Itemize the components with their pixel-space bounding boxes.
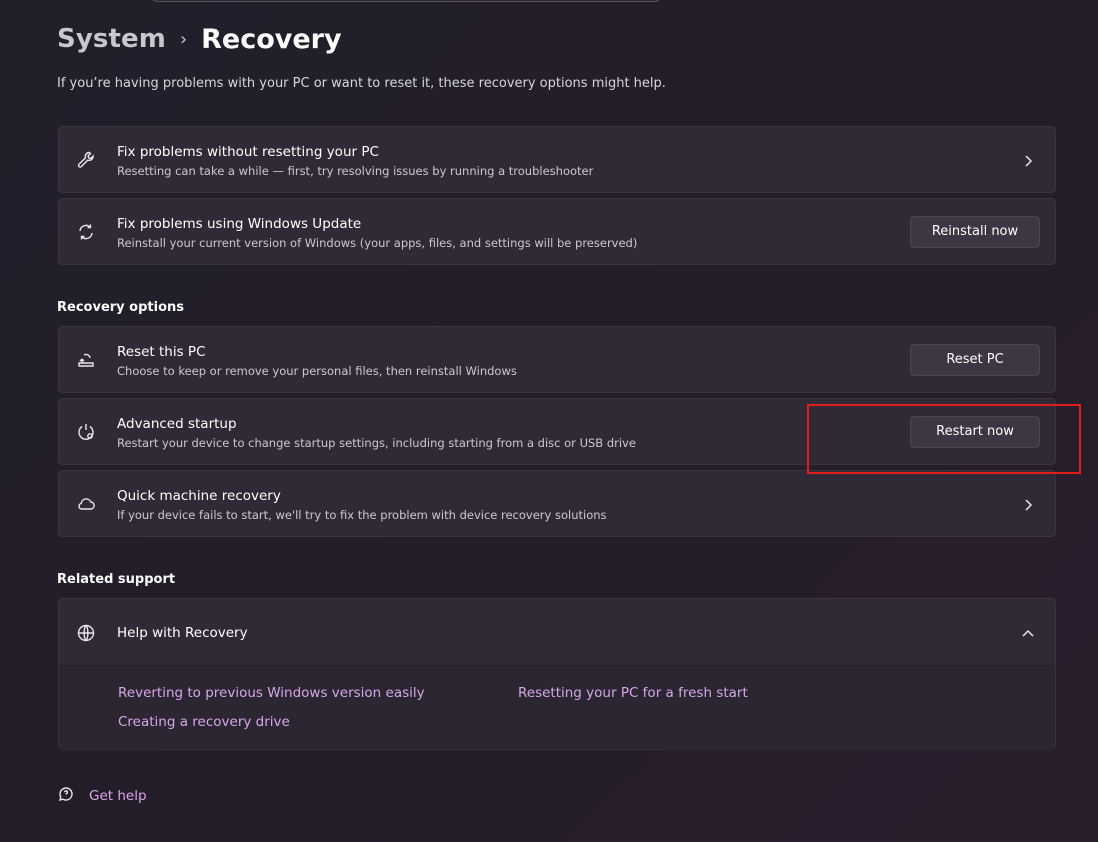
card-description: Restart your device to change startup se… (117, 436, 636, 450)
related-support-heading: Related support (57, 572, 176, 587)
wrench-icon (76, 150, 96, 170)
link-reset-pc[interactable]: Resetting your PC for a fresh start (518, 685, 748, 701)
breadcrumb: System › Recovery (57, 22, 342, 56)
card-title: Fix problems using Windows Update (117, 216, 362, 232)
globe-icon (76, 623, 96, 643)
sync-icon (76, 222, 96, 242)
get-help-link[interactable]: Get help (57, 785, 147, 807)
chevron-right-icon (1021, 153, 1035, 167)
card-description: Resetting can take a while — first, try … (117, 164, 594, 178)
card-description: Choose to keep or remove your personal f… (117, 364, 517, 378)
card-title: Quick machine recovery (117, 488, 281, 504)
card-description: Reinstall your current version of Window… (117, 236, 638, 250)
search-box-edge[interactable] (150, 0, 662, 2)
chevron-up-icon (1021, 626, 1035, 640)
recovery-options-heading: Recovery options (57, 300, 184, 315)
breadcrumb-system[interactable]: System (57, 24, 166, 54)
help-chat-icon (57, 785, 75, 807)
quick-machine-recovery-card[interactable]: Quick machine recovery If your device fa… (58, 470, 1056, 537)
page-intro: If you’re having problems with your PC o… (57, 76, 666, 91)
link-revert-windows[interactable]: Reverting to previous Windows version ea… (118, 685, 425, 701)
help-title: Help with Recovery (117, 625, 248, 641)
card-description: If your device fails to start, we'll try… (117, 508, 607, 522)
breadcrumb-chevron-icon: › (179, 28, 188, 50)
reset-pc-button[interactable]: Reset PC (910, 343, 1040, 376)
fix-problems-card[interactable]: Fix problems without resetting your PC R… (58, 126, 1056, 193)
chevron-right-icon (1021, 497, 1035, 511)
advanced-startup-card: Advanced startup Restart your device to … (58, 398, 1056, 465)
reset-pc-icon (76, 350, 96, 370)
reinstall-now-button[interactable]: Reinstall now (910, 215, 1040, 248)
card-title: Reset this PC (117, 344, 206, 360)
power-gear-icon (76, 422, 96, 442)
help-links-panel: Reverting to previous Windows version ea… (59, 666, 1055, 751)
windows-update-card: Fix problems using Windows Update Reinst… (58, 198, 1056, 265)
page-title: Recovery (201, 23, 342, 55)
recovery-settings-page: System › Recovery If you’re having probl… (0, 0, 1098, 842)
reset-pc-card: Reset this PC Choose to keep or remove y… (58, 326, 1056, 393)
help-with-recovery-header[interactable]: Help with Recovery (59, 599, 1055, 666)
cloud-icon (76, 494, 96, 514)
restart-now-button[interactable]: Restart now (910, 415, 1040, 448)
help-with-recovery-card: Help with Recovery Reverting to previous… (58, 598, 1056, 751)
card-title: Fix problems without resetting your PC (117, 144, 379, 160)
card-title: Advanced startup (117, 416, 237, 432)
link-recovery-drive[interactable]: Creating a recovery drive (118, 714, 290, 730)
get-help-label: Get help (89, 788, 147, 804)
